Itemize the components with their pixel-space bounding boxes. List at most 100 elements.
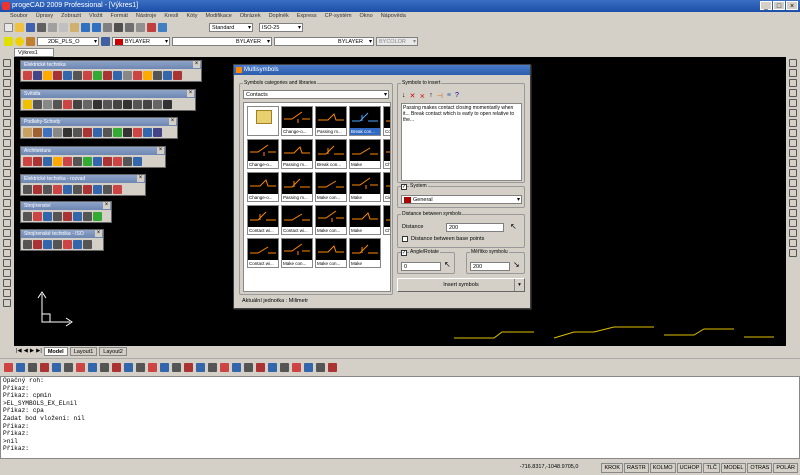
tab-model[interactable]: Model	[43, 346, 68, 356]
color-select[interactable]: BYLAYER	[112, 36, 170, 46]
point-tool-icon[interactable]	[3, 139, 11, 147]
open-icon[interactable]	[15, 22, 24, 32]
relay-icon[interactable]	[113, 70, 122, 80]
status-rastr[interactable]: RASTR	[624, 463, 649, 473]
symbol-cell[interactable]: Make	[349, 172, 381, 202]
nut-icon[interactable]	[33, 211, 42, 221]
tab-layout2[interactable]: Layout2	[99, 346, 127, 356]
id-icon[interactable]	[280, 362, 289, 372]
menu-soubor[interactable]: Soubor	[10, 12, 28, 21]
menu-nastroje[interactable]: Nástroje	[136, 12, 156, 21]
status-otras[interactable]: OTRAS	[747, 463, 773, 473]
minimize-button[interactable]: _	[760, 1, 772, 10]
lineweight-select[interactable]: BYLAYER	[274, 36, 374, 46]
line-tool-icon[interactable]	[3, 59, 11, 67]
menu-obrazek[interactable]: Obrázek	[240, 12, 261, 21]
help-icon[interactable]	[153, 127, 162, 137]
region-tool-icon[interactable]	[3, 189, 11, 197]
close-icon[interactable]: ×	[169, 118, 176, 125]
layer-iso-icon[interactable]	[220, 362, 229, 372]
solid-tool-icon[interactable]	[3, 289, 11, 297]
antenna-icon[interactable]	[163, 70, 172, 80]
zoom-window-icon[interactable]	[125, 22, 134, 32]
snap-nearest-icon[interactable]	[112, 362, 121, 372]
help-icon[interactable]: ?	[455, 92, 459, 100]
snap-endpoint-icon[interactable]	[4, 362, 13, 372]
stair-text-icon[interactable]	[123, 127, 132, 137]
shaft-icon[interactable]	[73, 211, 82, 221]
wall-icon[interactable]	[23, 156, 32, 166]
save-icon[interactable]	[26, 22, 35, 32]
category-select[interactable]: Contacts	[243, 90, 389, 99]
base-points-checkbox[interactable]	[402, 236, 408, 242]
close-button[interactable]: ×	[786, 1, 798, 10]
bulb-icon[interactable]	[23, 99, 32, 109]
pick-scale-icon[interactable]: ↘	[513, 260, 520, 269]
align-tool-icon[interactable]	[789, 239, 797, 247]
angle-checkbox[interactable]: ✓	[401, 250, 407, 256]
symbol-preview-icon[interactable]: ⊣	[437, 92, 443, 100]
angle-input[interactable]: 0	[401, 262, 441, 271]
gear-icon[interactable]	[53, 211, 62, 221]
snap-center-icon[interactable]	[28, 362, 37, 372]
trim-tool-icon[interactable]	[789, 149, 797, 157]
paste-icon[interactable]	[70, 22, 79, 32]
close-icon[interactable]: ×	[103, 202, 110, 209]
layer-lock-icon[interactable]	[208, 362, 217, 372]
column-icon[interactable]	[63, 156, 72, 166]
fuse-icon[interactable]	[83, 70, 92, 80]
text-style-select[interactable]: Standard	[209, 22, 253, 32]
symbol-cell[interactable]: Make	[349, 238, 381, 268]
lengthen-tool-icon[interactable]	[789, 229, 797, 237]
layer-freeze-icon[interactable]	[196, 362, 205, 372]
join-tool-icon[interactable]	[789, 209, 797, 217]
menu-vlozit[interactable]: Vložit	[89, 12, 102, 21]
close-icon[interactable]: ×	[95, 230, 102, 237]
landing-icon[interactable]	[103, 127, 112, 137]
outlet-icon[interactable]	[23, 70, 32, 80]
copy-icon[interactable]	[59, 22, 68, 32]
table-tool-icon[interactable]	[3, 199, 11, 207]
text-tool-icon[interactable]	[3, 159, 11, 167]
maximize-button[interactable]: □	[773, 1, 785, 10]
recessed-icon[interactable]	[143, 99, 152, 109]
menu-kresli[interactable]: Kreslí	[164, 12, 178, 21]
lamp-icon[interactable]	[143, 70, 152, 80]
sanitary-icon[interactable]	[93, 156, 102, 166]
layer-manager-icon[interactable]	[4, 36, 13, 46]
spot-icon[interactable]	[33, 99, 42, 109]
document-tab[interactable]: Výkres1	[14, 48, 54, 57]
iso-pin-icon[interactable]	[53, 239, 62, 249]
symbol-cell[interactable]: Make con...	[315, 205, 347, 235]
layer-off-icon[interactable]	[184, 362, 193, 372]
downlight-icon[interactable]	[123, 99, 132, 109]
system-select[interactable]: General	[401, 195, 522, 204]
panel-icon[interactable]	[123, 70, 132, 80]
track-light-icon[interactable]	[133, 99, 142, 109]
window-icon[interactable]	[43, 156, 52, 166]
roof-icon[interactable]	[53, 156, 62, 166]
step-icon[interactable]	[73, 127, 82, 137]
snap-quadrant-icon[interactable]	[52, 362, 61, 372]
symbol-cell[interactable]: Contactor	[383, 106, 390, 136]
tab-layout1[interactable]: Layout1	[69, 346, 98, 356]
render-icon[interactable]	[292, 362, 301, 372]
beam-icon[interactable]	[73, 156, 82, 166]
menu-upravy[interactable]: Úpravy	[36, 12, 53, 21]
symbol-cell[interactable]: Change-o...	[281, 106, 313, 136]
transformer-icon[interactable]	[153, 70, 162, 80]
ellipse-tool-icon[interactable]	[3, 119, 11, 127]
list-icon[interactable]	[268, 362, 277, 372]
bell-icon[interactable]	[133, 70, 142, 80]
wipeout-tool-icon[interactable]	[3, 229, 11, 237]
pedit-tool-icon[interactable]	[789, 219, 797, 227]
zoom-icon[interactable]	[114, 22, 123, 32]
symbol-cell[interactable]: Circuit Bre...	[383, 172, 390, 202]
distance-input[interactable]: 200	[446, 223, 504, 232]
roughness-icon[interactable]	[93, 211, 102, 221]
kitchen-icon[interactable]	[113, 156, 122, 166]
light-icon[interactable]	[43, 70, 52, 80]
dim-tool-icon[interactable]	[3, 209, 11, 217]
command-line[interactable]: Opačný roh: Příkaz: Příkaz: cpmin >EL_SY…	[0, 376, 800, 459]
tab-last-icon[interactable]: ▶|	[36, 348, 42, 354]
